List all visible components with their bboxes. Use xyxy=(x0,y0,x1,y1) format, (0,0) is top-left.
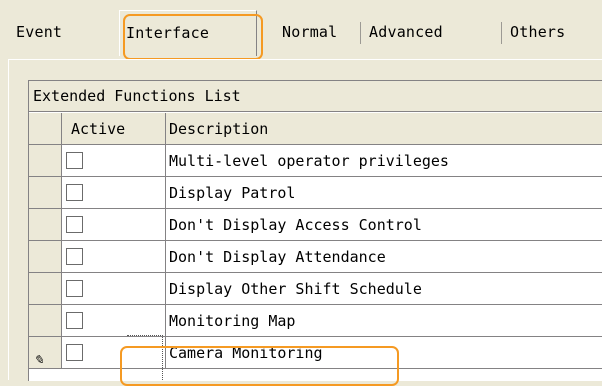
row-indicator-header xyxy=(29,113,62,145)
table-row[interactable]: Don't Display Attendance xyxy=(29,241,602,273)
grid-header-row: Active Description xyxy=(29,113,602,145)
table-row[interactable]: Don't Display Access Control xyxy=(29,209,602,241)
description-cell[interactable]: Display Patrol xyxy=(166,177,602,209)
active-checkbox[interactable] xyxy=(66,248,83,265)
active-checkbox[interactable] xyxy=(66,184,83,201)
table-row[interactable]: Display Patrol xyxy=(29,177,602,209)
row-indicator[interactable] xyxy=(29,241,62,273)
description-cell[interactable]: Monitoring Map xyxy=(166,305,602,337)
active-checkbox[interactable] xyxy=(66,344,83,361)
table-row[interactable]: Display Other Shift Schedule xyxy=(29,273,602,305)
tab-advanced[interactable]: Advanced xyxy=(369,16,443,48)
column-header-active[interactable]: Active xyxy=(62,113,166,145)
pencil-icon: ✎ xyxy=(34,350,44,368)
description-cell[interactable]: Multi-level operator privileges xyxy=(166,145,602,177)
row-indicator[interactable] xyxy=(29,305,62,337)
row-indicator[interactable] xyxy=(29,209,62,241)
description-cell[interactable]: Display Other Shift Schedule xyxy=(166,273,602,305)
panel-border xyxy=(8,59,9,380)
extended-functions-grid[interactable]: Extended Functions List Active Descripti… xyxy=(28,80,602,381)
row-indicator[interactable]: ✎ xyxy=(29,337,62,369)
table-row[interactable]: Multi-level operator privileges xyxy=(29,145,602,177)
active-checkbox[interactable] xyxy=(66,312,83,329)
row-indicator[interactable] xyxy=(29,145,62,177)
description-cell[interactable]: Don't Display Access Control xyxy=(166,209,602,241)
grid-caption: Extended Functions List xyxy=(29,81,602,112)
tab-bar: Event Interface Normal Advanced Others xyxy=(0,0,602,64)
panel-border xyxy=(8,59,602,60)
column-header-description[interactable]: Description xyxy=(166,113,602,145)
tab-divider xyxy=(501,22,502,44)
active-checkbox[interactable] xyxy=(66,280,83,297)
table-row[interactable]: Monitoring Map xyxy=(29,305,602,337)
active-checkbox[interactable] xyxy=(66,152,83,169)
tab-event[interactable]: Event xyxy=(16,16,62,48)
description-cell[interactable]: Don't Display Attendance xyxy=(166,241,602,273)
tab-normal[interactable]: Normal xyxy=(282,16,337,48)
active-checkbox[interactable] xyxy=(66,216,83,233)
interface-tab-highlight xyxy=(123,14,263,60)
row-indicator[interactable] xyxy=(29,177,62,209)
tab-others[interactable]: Others xyxy=(510,16,565,48)
tab-divider xyxy=(360,22,361,44)
camera-monitoring-highlight xyxy=(120,346,399,386)
row-indicator[interactable] xyxy=(29,273,62,305)
